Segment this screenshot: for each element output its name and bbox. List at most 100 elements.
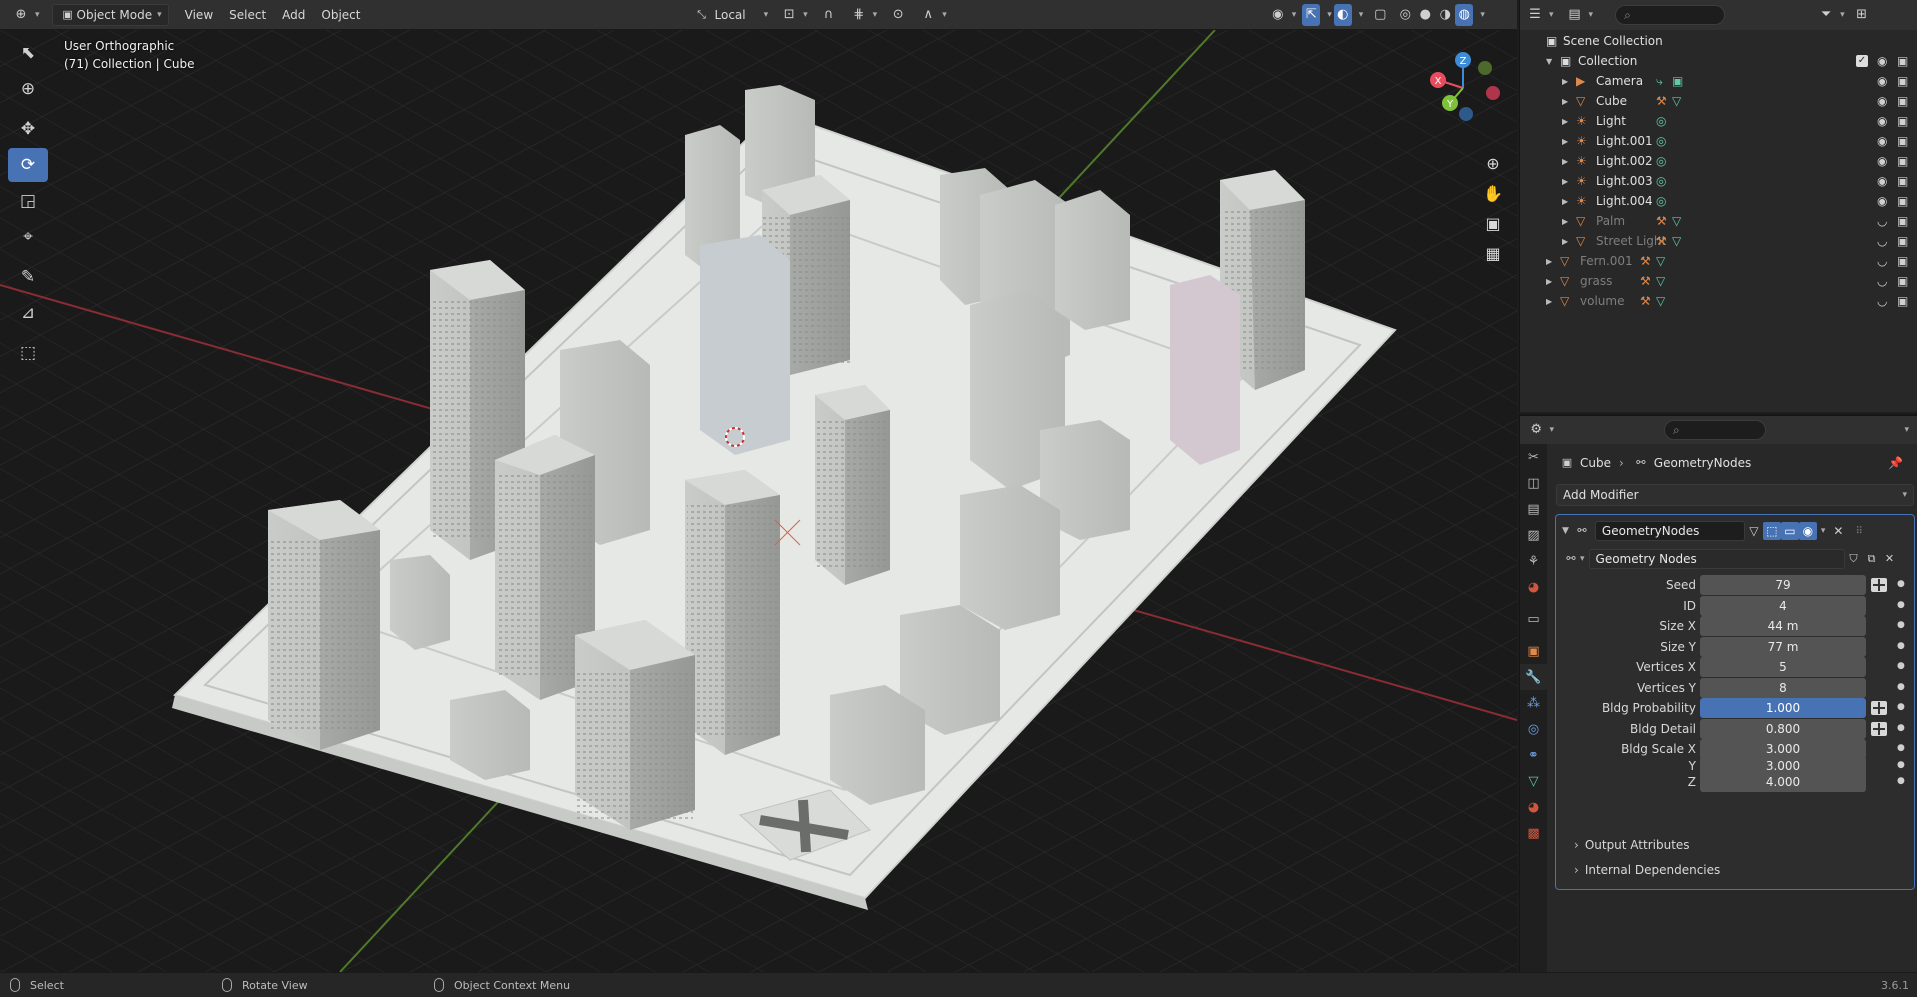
outliner-item[interactable]: ▶ ☀ Light.003 ◎ ◉ ▣ [1520,171,1917,191]
shading-dropdown[interactable]: ▾ [1473,4,1487,26]
mesh-data-icon[interactable]: ▽ [1672,234,1681,248]
param-value-field[interactable]: 8 [1700,678,1866,698]
shading-material[interactable]: ◑ [1435,4,1455,26]
node-group-field[interactable]: Geometry Nodes [1588,549,1845,569]
keyframe-dot-icon[interactable]: ● [1897,723,1905,733]
attribute-toggle-icon[interactable] [1871,578,1887,592]
filter-icon[interactable]: ⏷ [1817,6,1835,24]
param-value-field[interactable]: 0.800 [1700,719,1866,739]
zoom-button[interactable]: ⊕ [1478,148,1508,178]
snap-toggle[interactable]: ∩ [814,4,844,26]
neg-x-axis-handle[interactable] [1486,86,1500,100]
keyframe-dot-icon[interactable]: ● [1897,620,1905,630]
camera-icon[interactable]: ▣ [1897,74,1908,88]
mesh-data-icon[interactable]: ▣ [1672,74,1683,88]
neg-y-axis-handle[interactable] [1478,61,1492,75]
attribute-toggle-icon[interactable] [1871,722,1887,736]
drag-handle-icon[interactable]: ⠿ [1855,526,1862,537]
menu-select[interactable]: Select [223,4,272,26]
camera-icon[interactable]: ▣ [1897,194,1908,208]
gizmo-toggle[interactable]: ⇱ [1302,3,1321,26]
unlink-icon[interactable]: ✕ [1881,550,1899,568]
outliner-item[interactable]: ▶ ▽ Street Light ⚒ ▽ ◡ ▣ [1520,231,1917,251]
tab-tool[interactable]: ✂ [1520,444,1547,470]
outliner-item[interactable]: ▶ ☀ Light ◎ ◉ ▣ [1520,111,1917,131]
display-mode-icon[interactable]: ▤ [1566,6,1584,24]
overlays-dropdown[interactable]: ▾ [1352,4,1366,26]
eye-closed-icon[interactable]: ◡ [1877,274,1887,288]
outliner-item[interactable]: ▶ ▽ volume ⚒ ▽ ◡ ▣ [1520,291,1917,311]
keyframe-dot-icon[interactable]: ● [1897,600,1905,610]
editor-type-button[interactable]: ⊕ ▾ [6,4,46,26]
eye-closed-icon[interactable]: ◡ [1877,214,1887,228]
camera-icon[interactable]: ▣ [1897,214,1908,228]
add-cube-tool[interactable]: ⬚ [8,336,48,370]
tab-collection[interactable]: ▭ [1520,606,1547,632]
eye-icon[interactable]: ◉ [1877,54,1887,68]
tab-data[interactable]: ▽ [1520,768,1547,794]
expand-arrow-icon[interactable]: ▶ [1562,237,1568,246]
xray-toggle[interactable]: ▢ [1365,4,1395,26]
param-value-field[interactable]: 4 [1700,596,1866,616]
camera-icon[interactable]: ▣ [1897,114,1908,128]
select-box-tool[interactable]: ⬉ [8,36,48,70]
rotate-tool[interactable]: ⟳ [8,148,48,182]
mesh-data-icon[interactable]: ▽ [1672,94,1681,108]
param-value-field[interactable]: 4.000 [1700,772,1866,792]
modifier-name-field[interactable]: GeometryNodes [1594,521,1745,541]
shading-solid[interactable]: ● [1415,4,1435,26]
output-attributes-subpanel[interactable]: › Output Attributes [1574,838,1690,852]
camera-icon[interactable]: ▣ [1897,254,1908,268]
chevron-down-icon[interactable]: ▾ [1821,526,1826,536]
mesh-data-icon[interactable]: ▽ [1656,294,1665,308]
move-tool[interactable]: ✥ [8,112,48,146]
mesh-data-icon[interactable]: ▽ [1672,214,1681,228]
outliner-item[interactable]: ▶ ☀ Light.001 ◎ ◉ ▣ [1520,131,1917,151]
pivot-point-dropdown[interactable]: ⊡ ▾ [774,4,814,26]
param-value-field[interactable]: 44 m [1700,616,1866,636]
outliner-scene-collection[interactable]: ▣ Scene Collection [1520,31,1917,51]
falloff-dropdown[interactable]: ∧ ▾ [913,4,953,26]
outliner-item[interactable]: ▶ ▶ Camera ⤷ ▣ ◉ ▣ [1520,71,1917,91]
exclude-checkbox[interactable]: ✓ [1856,55,1868,67]
ortho-toggle-button[interactable]: ▦ [1478,238,1508,268]
scale-tool[interactable]: ◲ [8,184,48,218]
camera-icon[interactable]: ▣ [1897,154,1908,168]
navigation-gizmo[interactable]: Z X Y [1418,38,1508,138]
proportional-edit-toggle[interactable]: ⊙ [883,4,913,26]
camera-data-icon[interactable]: ⤷ [1656,74,1663,89]
expand-arrow-icon[interactable]: ▼ [1546,57,1552,66]
keyframe-dot-icon[interactable]: ● [1897,702,1905,712]
tab-world[interactable]: ◕ [1520,574,1547,600]
fake-user-shield-icon[interactable]: ⛉ [1845,550,1863,568]
tab-object[interactable]: ▣ [1520,638,1547,664]
light-data-icon[interactable]: ◎ [1656,194,1666,208]
tab-constraints[interactable]: ⚭ [1520,742,1547,768]
keyframe-dot-icon[interactable]: ● [1897,760,1905,770]
transform-tool[interactable]: ⌖ [8,220,48,254]
menu-object[interactable]: Object [315,4,366,26]
eye-icon[interactable]: ◉ [1877,74,1887,88]
tab-render[interactable]: ◫ [1520,470,1547,496]
attribute-toggle-icon[interactable] [1871,701,1887,715]
camera-icon[interactable]: ▣ [1897,134,1908,148]
add-modifier-dropdown[interactable]: Add Modifier ▾ [1556,484,1914,506]
expand-arrow-icon[interactable]: ▶ [1562,117,1568,126]
tab-scene[interactable]: ⚘ [1520,548,1547,574]
tab-particles[interactable]: ⁂ [1520,690,1547,716]
expand-arrow-icon[interactable]: ▶ [1562,77,1568,86]
measure-tool[interactable]: ⊿ [8,296,48,330]
tab-texture[interactable]: ▩ [1520,820,1547,846]
overlays-toggle[interactable]: ◐ [1333,3,1352,26]
viewport-display-icon[interactable]: ▭ [1780,522,1799,540]
annotate-tool[interactable]: ✎ [8,260,48,294]
tab-modifiers[interactable]: 🔧 [1520,664,1547,690]
expand-arrow-icon[interactable]: ▶ [1562,137,1568,146]
properties-search-input[interactable]: ⌕ [1664,420,1767,440]
eye-icon[interactable]: ◉ [1877,114,1887,128]
eye-icon[interactable]: ◉ [1877,194,1887,208]
snap-target-dropdown[interactable]: ⋕ ▾ [844,4,884,26]
edit-mode-icon[interactable]: ▽ [1745,522,1763,540]
eye-icon[interactable]: ◉ [1877,174,1887,188]
cage-icon[interactable]: ⬚ [1762,522,1781,540]
